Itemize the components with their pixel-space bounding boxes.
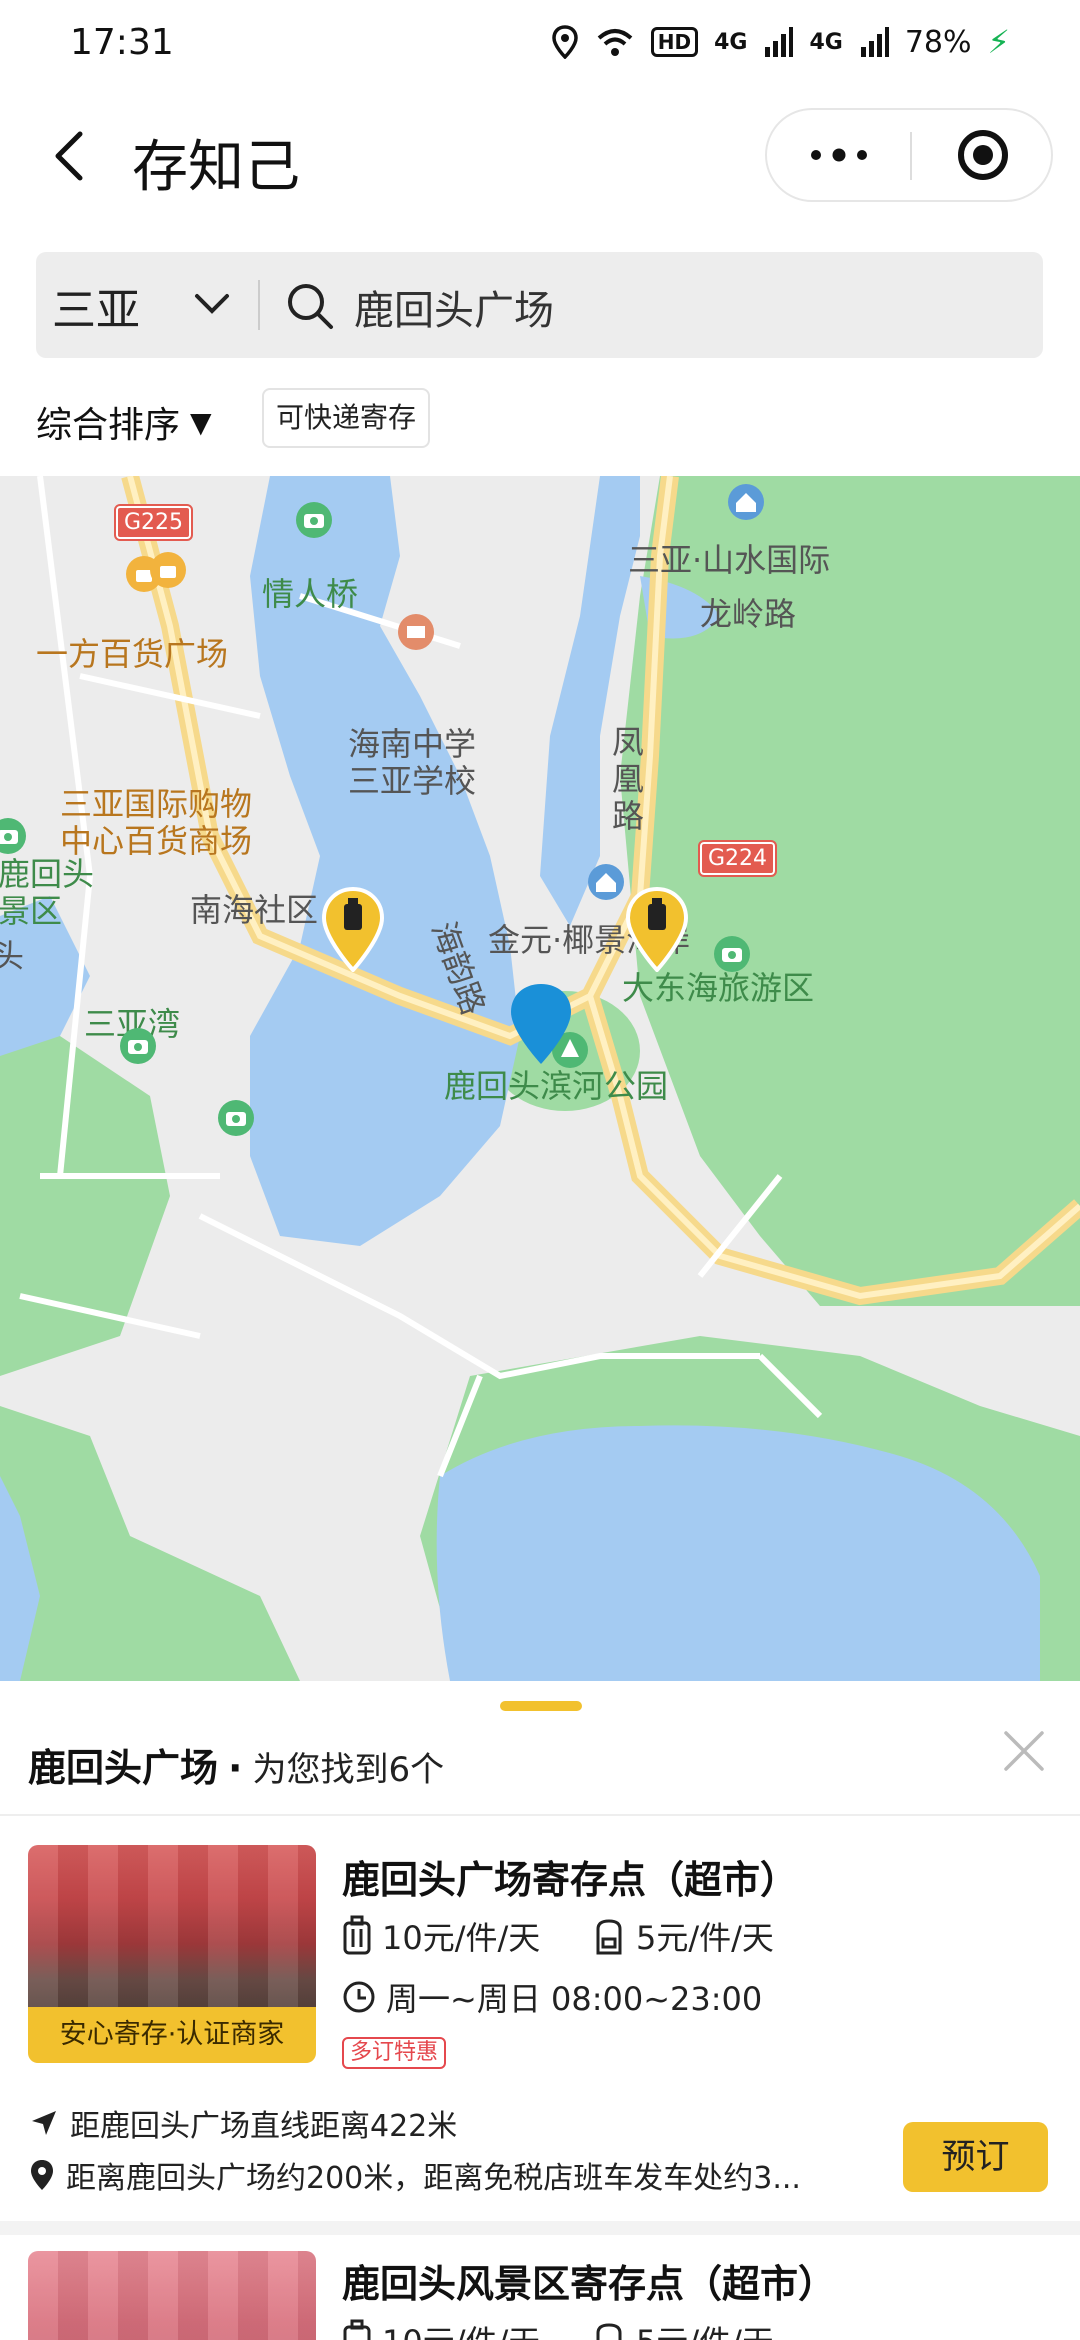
store-thumbnail[interactable] xyxy=(28,2251,316,2340)
certified-badge: 安心寄存·认证商家 xyxy=(28,2007,316,2063)
back-icon[interactable] xyxy=(46,128,96,184)
map-edge-label: 头 xyxy=(0,937,25,975)
status-time: 17:31 xyxy=(70,21,174,63)
highway-shield-g225: G225 xyxy=(113,504,194,541)
charging-icon: ⚡ xyxy=(987,23,1010,61)
bag-price: 5元/件/天 xyxy=(592,2317,774,2340)
clock-icon xyxy=(343,1981,375,2013)
status-icons: HD 4G 4G 78% ⚡ xyxy=(551,23,1010,61)
location-row: 距离鹿回头广场约200米，距离免税店班车发车处约3... xyxy=(28,2153,801,2197)
location-pin-icon xyxy=(31,2160,53,2190)
search-input[interactable]: 鹿回头广场 xyxy=(354,278,554,336)
map-view[interactable]: G225 G224 情人桥 三亚·山水国际 龙岭路 一方百货广场 海南中学 三亚学… xyxy=(0,476,1080,1681)
store-thumbnail[interactable] xyxy=(28,1845,316,2025)
sort-label: 综合排序 xyxy=(36,405,181,446)
location-text: 距离鹿回头广场约200米，距离免税店班车发车处约3... xyxy=(66,2161,801,2196)
separator-dot: · xyxy=(228,1746,243,1790)
luggage-price-text: 10元/件/天 xyxy=(382,1919,541,1957)
signal-bars-icon xyxy=(860,27,889,57)
search-divider xyxy=(258,280,260,330)
camera-poi-icon[interactable] xyxy=(294,500,334,540)
distance-row: 距鹿回头广场直线距离422米 xyxy=(28,2101,457,2145)
express-storage-filter[interactable]: 可快递寄存 xyxy=(262,388,431,448)
location-icon xyxy=(551,25,578,59)
card-separator xyxy=(0,2221,1080,2235)
bag-price-text: 5元/件/天 xyxy=(636,2317,774,2340)
poi-shanshui[interactable]: 三亚·山水国际 xyxy=(628,542,830,579)
results-place: 鹿回头广场 xyxy=(28,1746,219,1790)
storage-pin-marker[interactable] xyxy=(624,886,690,972)
navigation-arrow-icon xyxy=(32,2111,56,2135)
sort-dropdown[interactable]: 综合排序 ▼ xyxy=(36,396,212,448)
poi-park[interactable]: 鹿回头滨河公园 xyxy=(444,1068,668,1105)
status-bar: 17:31 HD 4G 4G 78% ⚡ xyxy=(0,0,1080,84)
search-icon xyxy=(288,284,333,329)
poi-yifang[interactable]: 一方百货广场 xyxy=(36,636,228,673)
search-bar[interactable]: 三亚 鹿回头广场 xyxy=(36,252,1043,358)
backpack-icon xyxy=(596,1919,622,1955)
poi-mall[interactable]: 三亚国际购物 中心百货商场 xyxy=(60,786,252,860)
signal-bars-icon xyxy=(765,27,794,57)
camera-poi-icon-5[interactable] xyxy=(216,1098,256,1138)
results-header: 鹿回头广场 · 为您找到6个 xyxy=(28,1737,444,1792)
city-selector[interactable]: 三亚 xyxy=(52,274,140,338)
current-location-pin[interactable] xyxy=(508,982,574,1066)
luggage-icon xyxy=(343,2319,371,2340)
target-icon[interactable] xyxy=(912,110,1053,200)
thumbnail-image xyxy=(28,1845,316,2025)
highway-shield-g224: G224 xyxy=(697,840,778,877)
caret-down-icon: ▼ xyxy=(190,405,212,439)
book-button[interactable]: 预订 xyxy=(903,2122,1048,2192)
residential-poi-icon-2[interactable] xyxy=(586,862,626,902)
road-fenghuang: 凤凰路 xyxy=(612,723,645,835)
signal-icon-2: 4G xyxy=(809,29,843,55)
wifi-icon xyxy=(597,29,633,56)
more-dots-icon[interactable] xyxy=(767,110,910,200)
filter-row: 综合排序 ▼ 可快递寄存 xyxy=(0,384,1080,454)
thumbnail-image xyxy=(28,2251,316,2340)
camera-poi-icon-3[interactable] xyxy=(0,816,28,856)
signal-icon: 4G xyxy=(714,29,748,55)
page-title: 存知己 xyxy=(132,135,300,200)
bag-price: 5元/件/天 xyxy=(592,1913,774,1959)
distance-text: 距鹿回头广场直线距离422米 xyxy=(70,2109,458,2144)
luggage-icon xyxy=(343,1915,371,1955)
hd-badge: HD xyxy=(650,27,699,57)
storage-pin-marker-2[interactable] xyxy=(320,886,386,972)
opening-hours: 周一~周日 08:00~23:00 xyxy=(342,1974,762,2020)
poi-luhuitou[interactable]: 鹿回头 景区 xyxy=(0,856,94,930)
road-longling: 龙岭路 xyxy=(700,595,797,633)
store-name[interactable]: 鹿回头广场寄存点（超市） xyxy=(342,1849,798,1904)
divider xyxy=(0,1814,1080,1816)
poi-hainan-school[interactable]: 海南中学 三亚学校 xyxy=(348,726,476,800)
poi-dadonghai[interactable]: 大东海旅游区 xyxy=(622,970,814,1007)
luggage-price: 10元/件/天 xyxy=(342,1913,540,1959)
luggage-price-text: 10元/件/天 xyxy=(382,2317,540,2340)
residential-poi-icon[interactable] xyxy=(726,482,766,522)
results-sheet: 鹿回头广场 · 为您找到6个 安心寄存·认证商家 鹿回头广场寄存点（超市） 10… xyxy=(0,1681,1080,2340)
shop-poi-icon-2[interactable] xyxy=(148,550,188,590)
battery-level: 78% xyxy=(904,24,972,60)
close-icon[interactable] xyxy=(1002,1729,1046,1773)
poi-qingrenqiao[interactable]: 情人桥 xyxy=(262,576,358,613)
results-count: 为您找到6个 xyxy=(252,1750,445,1790)
luggage-price: 10元/件/天 xyxy=(342,2317,540,2340)
school-poi-icon[interactable] xyxy=(396,612,436,652)
drag-handle[interactable] xyxy=(500,1701,582,1711)
bag-price-text: 5元/件/天 xyxy=(636,1919,774,1957)
promo-tag: 多订特惠 xyxy=(342,2037,447,2069)
camera-poi-icon-2[interactable] xyxy=(118,1026,158,1066)
backpack-icon xyxy=(596,2323,622,2340)
store-name[interactable]: 鹿回头风景区寄存点（超市） xyxy=(342,2253,836,2308)
mini-program-capsule xyxy=(765,108,1053,202)
hours-text: 周一~周日 08:00~23:00 xyxy=(386,1980,763,2018)
camera-poi-icon-4[interactable] xyxy=(712,934,752,974)
nav-bar: 存知己 xyxy=(0,100,1080,210)
chevron-down-icon[interactable] xyxy=(194,292,230,316)
poi-nanhai[interactable]: 南海社区 xyxy=(190,892,318,929)
